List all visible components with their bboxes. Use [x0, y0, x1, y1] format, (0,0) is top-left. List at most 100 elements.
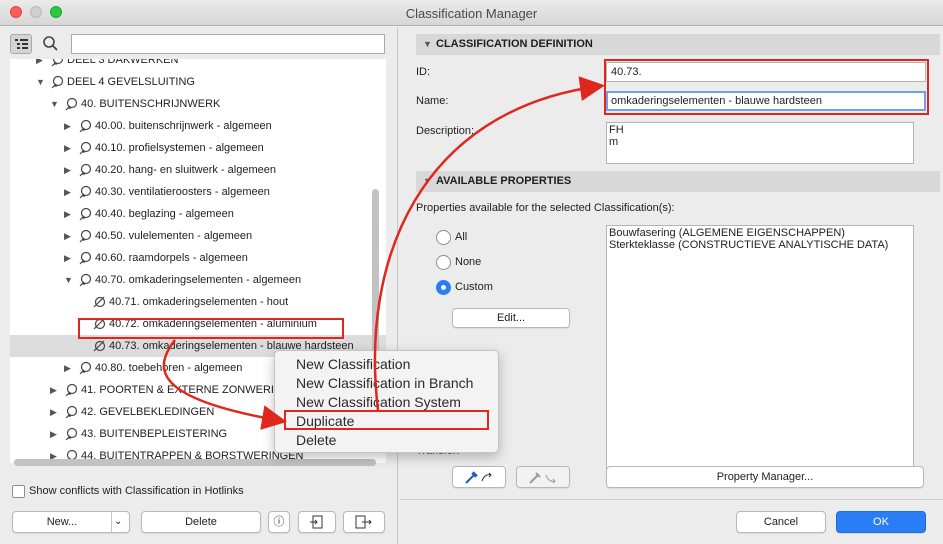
import-button[interactable]	[298, 511, 336, 533]
classification-group-icon	[79, 229, 92, 243]
disclosure-collapsed-icon[interactable]: ▶	[64, 203, 71, 225]
tree-view-toggle-button[interactable]	[10, 34, 32, 54]
highlight-duplicate-item	[284, 410, 489, 430]
footer-divider	[400, 499, 943, 500]
disclosure-collapsed-icon[interactable]: ▶	[50, 379, 57, 401]
classification-group-icon	[51, 75, 64, 89]
disclosure-collapsed-icon[interactable]: ▶	[64, 181, 71, 203]
classification-group-icon	[79, 141, 92, 155]
radio-none-label: None	[455, 256, 482, 268]
description-field[interactable]: FH m	[606, 122, 914, 164]
properties-list[interactable]: Bouwfasering (ALGEMENE EIGENSCHAPPEN) Ste…	[606, 225, 914, 483]
description-label: Description:	[416, 125, 475, 137]
cancel-button[interactable]: Cancel	[736, 511, 826, 533]
tree-row-label: 40.50. vulelementen - algemeen	[95, 230, 253, 242]
search-icon	[41, 34, 61, 54]
tree-row-label: 40.10. profielsystemen - algemeen	[95, 142, 264, 154]
id-label: ID:	[416, 66, 431, 78]
context-menu: New Classification New Classification in…	[274, 350, 499, 453]
tree-row[interactable]: 40.71. omkaderingselementen - hout	[10, 291, 386, 313]
edit-properties-button[interactable]: Edit...	[452, 308, 570, 328]
radio-all-button[interactable]	[436, 230, 451, 245]
disclosure-collapsed-icon[interactable]: ▶	[64, 137, 71, 159]
tree-row-label: 40.80. toebehoren - algemeen	[95, 362, 243, 374]
disclosure-collapsed-icon[interactable]: ▶	[64, 247, 71, 269]
ok-button[interactable]: OK	[836, 511, 926, 533]
info-icon: ⓘ	[273, 516, 285, 528]
radio-custom-label: Custom	[455, 281, 493, 293]
import-icon	[310, 515, 323, 529]
tree-row-label: 40.70. omkaderingselementen - algemeen	[95, 274, 302, 286]
menu-item-new-classification-in-branch[interactable]: New Classification in Branch	[275, 374, 498, 393]
tree-row-label: 40.60. raamdorpels - algemeen	[95, 252, 248, 264]
info-button[interactable]: ⓘ	[268, 511, 290, 533]
tree-row[interactable]: ▶ 40.20. hang- en sluitwerk - algemeen	[10, 159, 386, 181]
disclosure-collapsed-icon[interactable]: ▶	[36, 59, 43, 71]
transfer-pick-button[interactable]	[452, 466, 506, 488]
tree-row[interactable]: ▶ 40.50. vulelementen - algemeen	[10, 225, 386, 247]
classification-definition-header[interactable]: ▼ CLASSIFICATION DEFINITION	[416, 34, 940, 55]
new-button[interactable]: New... ⌄	[12, 511, 130, 533]
tree-row-label: 40.20. hang- en sluitwerk - algemeen	[95, 164, 276, 176]
disclosure-expanded-icon[interactable]: ▼	[64, 269, 73, 291]
highlight-source-item	[78, 318, 344, 339]
syringe-icon	[529, 472, 556, 484]
disclosure-collapsed-icon[interactable]: ▶	[50, 401, 57, 423]
disclosure-collapsed-icon[interactable]: ▶	[64, 159, 71, 181]
transfer-inject-button[interactable]	[516, 466, 570, 488]
tree-row[interactable]: ▼ DEEL 4 GEVELSLUITING	[10, 71, 386, 93]
export-icon	[355, 515, 372, 529]
disclosure-collapsed-icon[interactable]: ▶	[64, 357, 71, 379]
classification-group-icon	[65, 405, 78, 419]
tree-row-label: 40.71. omkaderingselementen - hout	[109, 296, 289, 308]
classification-item-icon	[93, 340, 106, 352]
tree-row-label: 40.00. buitenschrijnwerk - algemeen	[95, 120, 272, 132]
classification-group-icon	[79, 207, 92, 221]
disclosure-collapsed-icon[interactable]: ▶	[64, 225, 71, 247]
classification-item-icon	[93, 296, 106, 308]
menu-item-new-classification[interactable]: New Classification	[275, 355, 498, 374]
classification-manager-window: Classification Manager ▶ DEEL 3 DAKWERKEN…	[0, 0, 943, 544]
tree-horizontal-scrollbar[interactable]	[14, 459, 376, 466]
export-button[interactable]	[343, 511, 385, 533]
properties-intro-text: Properties available for the selected Cl…	[416, 202, 675, 214]
classification-tree-pane: ▶ DEEL 3 DAKWERKEN ▼ DEEL 4 GEVELSLUITING ▼ 4…	[0, 27, 398, 544]
tree-row[interactable]: ▼ 40.70. omkaderingselementen - algemeen	[10, 269, 386, 291]
disclosure-expanded-icon[interactable]: ▼	[50, 93, 59, 115]
tree-row[interactable]: ▼ 40. BUITENSCHRIJNWERK	[10, 93, 386, 115]
disclosure-collapsed-icon[interactable]: ▶	[50, 423, 57, 445]
tree-row[interactable]: ▶ 40.40. beglazing - algemeen	[10, 203, 386, 225]
highlight-definition-fields	[604, 59, 929, 115]
disclosure-collapsed-icon[interactable]: ▶	[64, 115, 71, 137]
classification-group-icon	[65, 427, 78, 441]
show-conflicts-checkbox[interactable]	[12, 485, 25, 498]
tree-row[interactable]: ▶ DEEL 3 DAKWERKEN	[10, 59, 386, 71]
search-input[interactable]	[71, 34, 385, 54]
chevron-down-icon[interactable]: ⌄	[114, 512, 122, 532]
title-bar: Classification Manager	[0, 0, 943, 26]
menu-item-delete[interactable]: Delete	[275, 431, 498, 450]
tree-row-label: 40.30. ventilatieroosters - algemeen	[95, 186, 270, 198]
tree-row[interactable]: ▶ 40.00. buitenschrijnwerk - algemeen	[10, 115, 386, 137]
tree-row[interactable]: ▶ 40.60. raamdorpels - algemeen	[10, 247, 386, 269]
description-line: FH	[609, 124, 624, 136]
classification-group-icon	[79, 119, 92, 133]
classification-group-icon	[51, 59, 64, 67]
classification-group-icon	[65, 383, 78, 397]
property-list-item[interactable]: Bouwfasering (ALGEMENE EIGENSCHAPPEN)	[609, 227, 911, 239]
delete-button[interactable]: Delete	[141, 511, 261, 533]
available-properties-header[interactable]: ▼ AVAILABLE PROPERTIES	[416, 171, 940, 192]
tree-row[interactable]: ▶ 40.10. profielsystemen - algemeen	[10, 137, 386, 159]
tree-row-label: 43. BUITENBEPLEISTERING	[81, 428, 228, 440]
classification-group-icon	[79, 273, 92, 287]
disclosure-expanded-icon[interactable]: ▼	[36, 71, 45, 93]
radio-custom-button[interactable]	[436, 280, 451, 295]
classification-group-icon	[65, 97, 78, 111]
property-manager-button[interactable]: Property Manager...	[606, 466, 924, 488]
tree-row[interactable]: ▶ 40.30. ventilatieroosters - algemeen	[10, 181, 386, 203]
classification-group-icon	[79, 361, 92, 375]
eyedropper-icon	[465, 471, 492, 484]
property-list-item[interactable]: Sterkteklasse (CONSTRUCTIEVE ANALYTISCHE…	[609, 239, 911, 251]
radio-all-label: All	[455, 231, 468, 243]
radio-none-button[interactable]	[436, 255, 451, 270]
